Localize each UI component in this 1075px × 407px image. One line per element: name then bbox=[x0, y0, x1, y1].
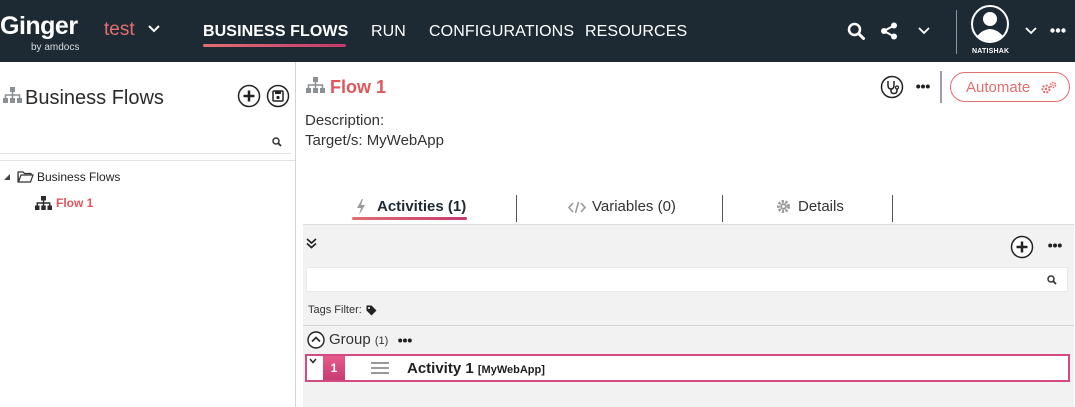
lightning-icon bbox=[357, 199, 365, 215]
search-icon[interactable] bbox=[1047, 275, 1057, 285]
nav-business-flows[interactable]: BUSINESS FLOWS bbox=[203, 22, 348, 42]
search-icon[interactable] bbox=[272, 137, 282, 147]
activity-number: 1 bbox=[323, 356, 345, 380]
tab-details[interactable]: Details bbox=[798, 198, 844, 216]
more-icon[interactable] bbox=[916, 84, 930, 89]
more-icon[interactable] bbox=[1048, 243, 1062, 248]
hierarchy-icon bbox=[3, 87, 22, 103]
chevron-down-icon[interactable] bbox=[309, 358, 317, 364]
tab-divider bbox=[722, 195, 723, 222]
hierarchy-icon bbox=[35, 196, 52, 210]
chevron-down-icon[interactable] bbox=[918, 27, 930, 35]
toolbar-divider bbox=[940, 71, 942, 103]
activity-title: Activity 1 bbox=[407, 360, 474, 377]
tab-divider bbox=[516, 195, 517, 222]
more-icon[interactable] bbox=[398, 338, 412, 343]
add-flow-button[interactable] bbox=[237, 84, 261, 108]
nav-configurations[interactable]: CONFIGURATIONS bbox=[429, 22, 574, 42]
app-logo: Ginger bbox=[0, 12, 78, 40]
group-count: (1) bbox=[374, 335, 389, 347]
more-icon[interactable] bbox=[1050, 28, 1066, 33]
top-bar-divider bbox=[956, 10, 957, 54]
nav-run[interactable]: RUN bbox=[371, 22, 406, 42]
tree-expand-icon[interactable] bbox=[3, 173, 11, 181]
environment-selector[interactable]: test bbox=[104, 19, 135, 41]
tab-active-underline bbox=[352, 217, 467, 220]
panel-title: Business Flows bbox=[25, 87, 164, 109]
flow-title: Flow 1 bbox=[330, 77, 387, 97]
activities-search-input[interactable] bbox=[306, 267, 1068, 292]
flow-description: Description: bbox=[305, 112, 385, 129]
tree-root-business-flows[interactable]: Business Flows bbox=[37, 170, 120, 184]
automate-button-label: Automate bbox=[966, 79, 1031, 96]
save-all-button[interactable] bbox=[266, 84, 290, 108]
gear-icon bbox=[777, 200, 790, 213]
tab-activities[interactable]: Activities (1) bbox=[377, 198, 466, 216]
code-icon bbox=[568, 201, 586, 214]
search-icon[interactable] bbox=[847, 22, 865, 40]
activity-row[interactable]: 1 Activity 1 [MyWebApp] bbox=[305, 354, 1070, 382]
user-name: NATISHAK bbox=[972, 48, 1010, 55]
group-name: Group bbox=[329, 331, 371, 348]
flows-search-input[interactable] bbox=[0, 130, 291, 154]
stethoscope-icon[interactable] bbox=[880, 75, 904, 99]
hierarchy-icon bbox=[306, 77, 325, 93]
top-bar: Ginger by amdocs test BUSINESS FLOWS RUN… bbox=[0, 0, 1075, 62]
folder-open-icon bbox=[17, 171, 34, 183]
share-icon[interactable] bbox=[880, 22, 898, 40]
tree-item-flow-1[interactable]: Flow 1 bbox=[56, 196, 93, 210]
flow-targets: Target/s: MyWebApp bbox=[305, 132, 444, 149]
divider bbox=[0, 160, 295, 161]
nav-resources[interactable]: RESOURCES bbox=[585, 22, 687, 42]
tags-filter-label: Tags Filter: bbox=[308, 304, 362, 316]
tab-divider bbox=[892, 195, 893, 222]
automate-button[interactable]: Automate bbox=[950, 72, 1070, 102]
user-avatar-icon[interactable] bbox=[970, 4, 1010, 44]
gears-icon bbox=[1041, 81, 1057, 94]
divider bbox=[303, 325, 1074, 326]
flow-editor: Flow 1 Automate Description: Target/s: M… bbox=[296, 62, 1075, 407]
chevron-down-icon[interactable] bbox=[1025, 27, 1037, 35]
collapse-group-icon[interactable] bbox=[307, 331, 325, 349]
activity-name: Activity 1 [MyWebApp] bbox=[407, 360, 545, 379]
tag-icon[interactable] bbox=[366, 305, 377, 316]
nav-active-underline bbox=[203, 44, 346, 47]
tab-variables[interactable]: Variables (0) bbox=[592, 198, 676, 216]
drag-handle-icon[interactable] bbox=[371, 361, 389, 375]
activity-target: [MyWebApp] bbox=[477, 364, 545, 376]
group-header[interactable]: Group (1) bbox=[329, 331, 388, 350]
expand-all-icon[interactable] bbox=[306, 238, 317, 249]
business-flows-panel: Business Flows Business Flows Flow 1 bbox=[0, 62, 296, 407]
chevron-down-icon[interactable] bbox=[148, 25, 160, 33]
add-activity-button[interactable] bbox=[1010, 235, 1034, 259]
activities-panel: Tags Filter: Group (1) 1 Activity 1 [MyW… bbox=[303, 224, 1074, 407]
app-logo-subtitle: by amdocs bbox=[31, 42, 80, 53]
